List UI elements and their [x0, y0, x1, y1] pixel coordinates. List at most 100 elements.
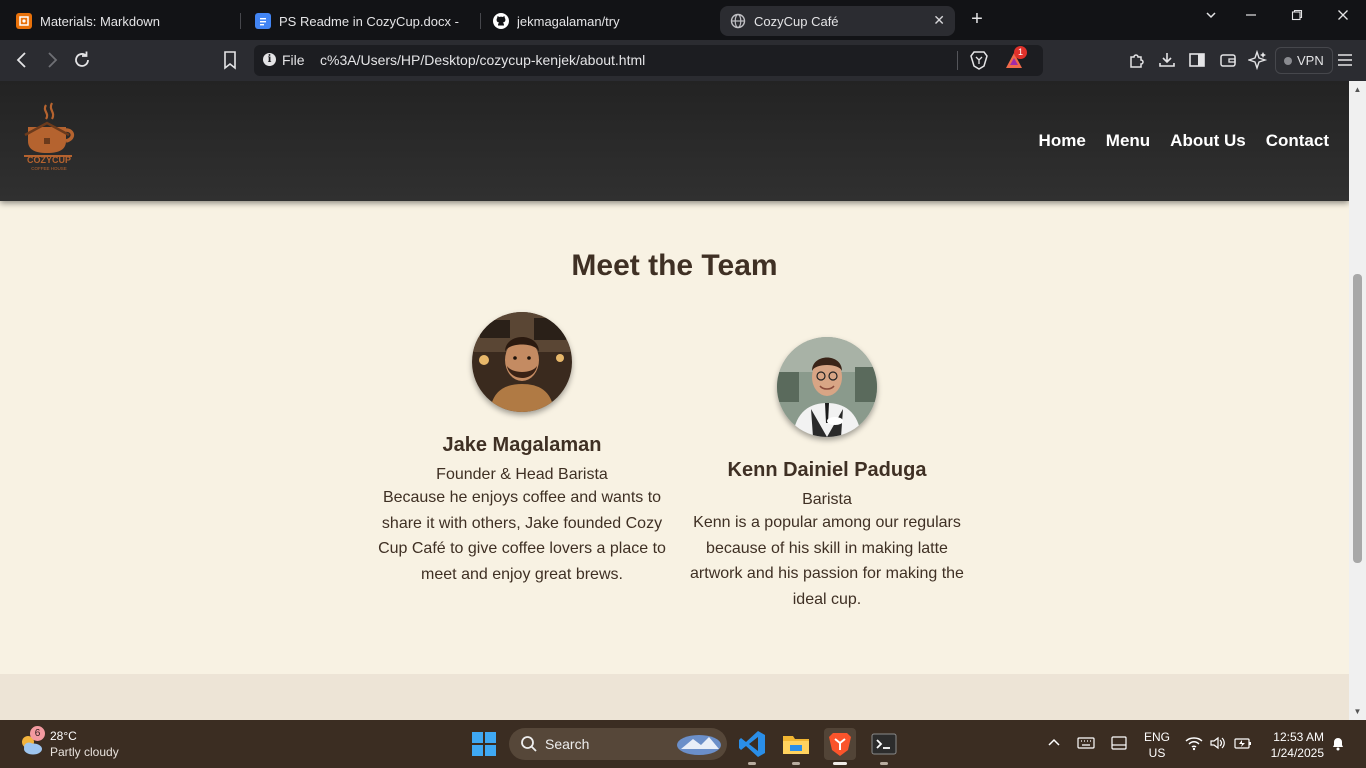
avatar [777, 337, 877, 437]
url-text[interactable]: c%3A/Users/HP/Desktop/cozycup-kenjek/abo… [320, 52, 645, 68]
windows-taskbar: 6 28°C Partly cloudy Search ENG US 12:53… [0, 720, 1366, 768]
bookmark-icon[interactable] [219, 49, 241, 71]
weather-temp: 28°C [50, 729, 77, 743]
running-indicator [792, 762, 800, 765]
materials-favicon-icon [16, 13, 32, 29]
extensions-icon[interactable] [1127, 50, 1147, 70]
input-language-indicator[interactable]: ENG US [1143, 729, 1171, 761]
taskbar-brave[interactable] [824, 728, 856, 765]
system-clock[interactable]: 12:53 AM 1/24/2025 [1262, 729, 1324, 761]
close-window-button[interactable] [1331, 8, 1355, 25]
volume-icon[interactable] [1209, 735, 1227, 754]
page-viewport: COZYCUP COFFEE HOUSE Home Menu About Us … [0, 81, 1349, 720]
browser-toolbar: i File c%3A/Users/HP/Desktop/cozycup-ken… [0, 40, 1366, 81]
search-icon [521, 736, 537, 752]
scroll-up-arrow-icon[interactable]: ▲ [1353, 85, 1362, 94]
windows-logo-icon [472, 732, 496, 756]
tab-github-repo[interactable]: jekmagalaman/try [483, 6, 711, 36]
vpn-label: VPN [1297, 53, 1324, 68]
avatar [472, 312, 572, 412]
tab-search-chevron-icon[interactable] [1199, 8, 1223, 25]
nav-home-link[interactable]: Home [1039, 131, 1086, 151]
clock-date: 1/24/2025 [1270, 746, 1324, 760]
rewards-badge: 1 [1014, 46, 1027, 59]
minimize-button[interactable] [1239, 8, 1263, 25]
menu-icon[interactable] [1335, 50, 1355, 70]
next-section-band [0, 674, 1349, 720]
site-header: COZYCUP COFFEE HOUSE Home Menu About Us … [0, 81, 1349, 201]
tab-separator [480, 13, 481, 29]
member-role: Founder & Head Barista [436, 466, 608, 483]
address-bar[interactable]: i File c%3A/Users/HP/Desktop/cozycup-ken… [254, 45, 1043, 76]
running-indicator [880, 762, 888, 765]
back-button[interactable] [11, 49, 33, 71]
taskbar-vscode[interactable] [736, 728, 768, 765]
leo-ai-icon[interactable] [1246, 49, 1268, 71]
tab-title: jekmagalaman/try [517, 13, 620, 29]
logo-wordmark: COZYCUP [27, 155, 71, 165]
nav-about-link[interactable]: About Us [1170, 131, 1246, 151]
globe-icon [730, 13, 746, 29]
notifications-bell-icon[interactable] [1330, 735, 1346, 754]
running-indicator [748, 762, 756, 765]
vscode-icon [739, 731, 765, 757]
language-code: ENG [1143, 730, 1170, 744]
nav-menu-link[interactable]: Menu [1106, 131, 1150, 151]
windows-start-button[interactable] [468, 728, 500, 760]
reload-button[interactable] [71, 49, 93, 71]
forward-button[interactable] [41, 49, 63, 71]
keyboard-icon[interactable] [1077, 735, 1095, 754]
member-role: Barista [802, 491, 852, 508]
sidebar-icon[interactable] [1187, 50, 1207, 70]
wallet-icon[interactable] [1218, 50, 1238, 70]
member-name: Jake Magalaman [442, 434, 602, 456]
page-scrollbar[interactable]: ▲ ▼ [1349, 81, 1366, 720]
team-member-card: Jake Magalaman Founder & Head Barista Be… [376, 312, 668, 588]
google-docs-icon [255, 13, 271, 29]
new-tab-button[interactable]: + [966, 8, 988, 31]
tab-separator [240, 13, 241, 29]
brave-browser-icon [829, 733, 851, 756]
taskbar-search[interactable]: Search [509, 728, 727, 760]
taskbar-terminal[interactable] [868, 728, 900, 765]
clock-time: 12:53 AM [1273, 730, 1324, 744]
member-name: Kenn Dainiel Paduga [727, 459, 927, 481]
vpn-status-dot-icon [1284, 56, 1292, 65]
cozycup-logo[interactable]: COZYCUP COFFEE HOUSE [22, 101, 80, 173]
github-icon [493, 13, 509, 29]
nav-contact-link[interactable]: Contact [1266, 131, 1329, 151]
member-bio: Kenn is a popular among our regulars bec… [690, 514, 964, 609]
tab-ps-readme[interactable]: PS Readme in CozyCup.docx - Goog [245, 6, 473, 36]
restore-button[interactable] [1285, 8, 1309, 25]
battery-charging-icon[interactable] [1234, 735, 1252, 754]
logo-subtext: COFFEE HOUSE [31, 166, 67, 171]
site-nav: Home Menu About Us Contact [1019, 131, 1329, 151]
member-bio: Because he enjoys coffee and wants to sh… [378, 489, 666, 584]
tab-cozycup-cafe[interactable]: CozyCup Café ✕ [720, 6, 955, 36]
search-highlight-icon [677, 735, 721, 755]
divider [957, 51, 958, 70]
show-hidden-icons-chevron-icon[interactable] [1046, 735, 1062, 754]
tab-materials-markdown[interactable]: Materials: Markdown [6, 6, 232, 36]
taskbar-file-explorer[interactable] [780, 728, 812, 765]
tab-title: CozyCup Café [754, 13, 839, 29]
active-indicator [833, 762, 847, 765]
tab-title: Materials: Markdown [40, 13, 160, 29]
terminal-icon [871, 733, 897, 755]
scroll-down-arrow-icon[interactable]: ▼ [1353, 707, 1362, 716]
language-region: US [1148, 746, 1166, 760]
folder-icon [783, 736, 809, 754]
scrollbar-thumb[interactable] [1353, 274, 1362, 563]
wifi-icon[interactable] [1185, 735, 1203, 754]
vpn-button[interactable]: VPN [1275, 47, 1333, 74]
close-tab-icon[interactable]: ✕ [933, 12, 945, 29]
weather-badge: 6 [30, 726, 45, 741]
touchpad-icon[interactable] [1110, 735, 1128, 754]
brave-shields-icon[interactable] [970, 51, 988, 70]
tab-title: PS Readme in CozyCup.docx - Goog [279, 13, 463, 29]
section-title: Meet the Team [571, 249, 778, 282]
team-member-card: Kenn Dainiel Paduga Barista Kenn is a po… [681, 337, 973, 613]
downloads-icon[interactable] [1157, 50, 1177, 70]
info-icon[interactable]: i [263, 53, 276, 66]
url-scheme-label: File [282, 52, 305, 68]
